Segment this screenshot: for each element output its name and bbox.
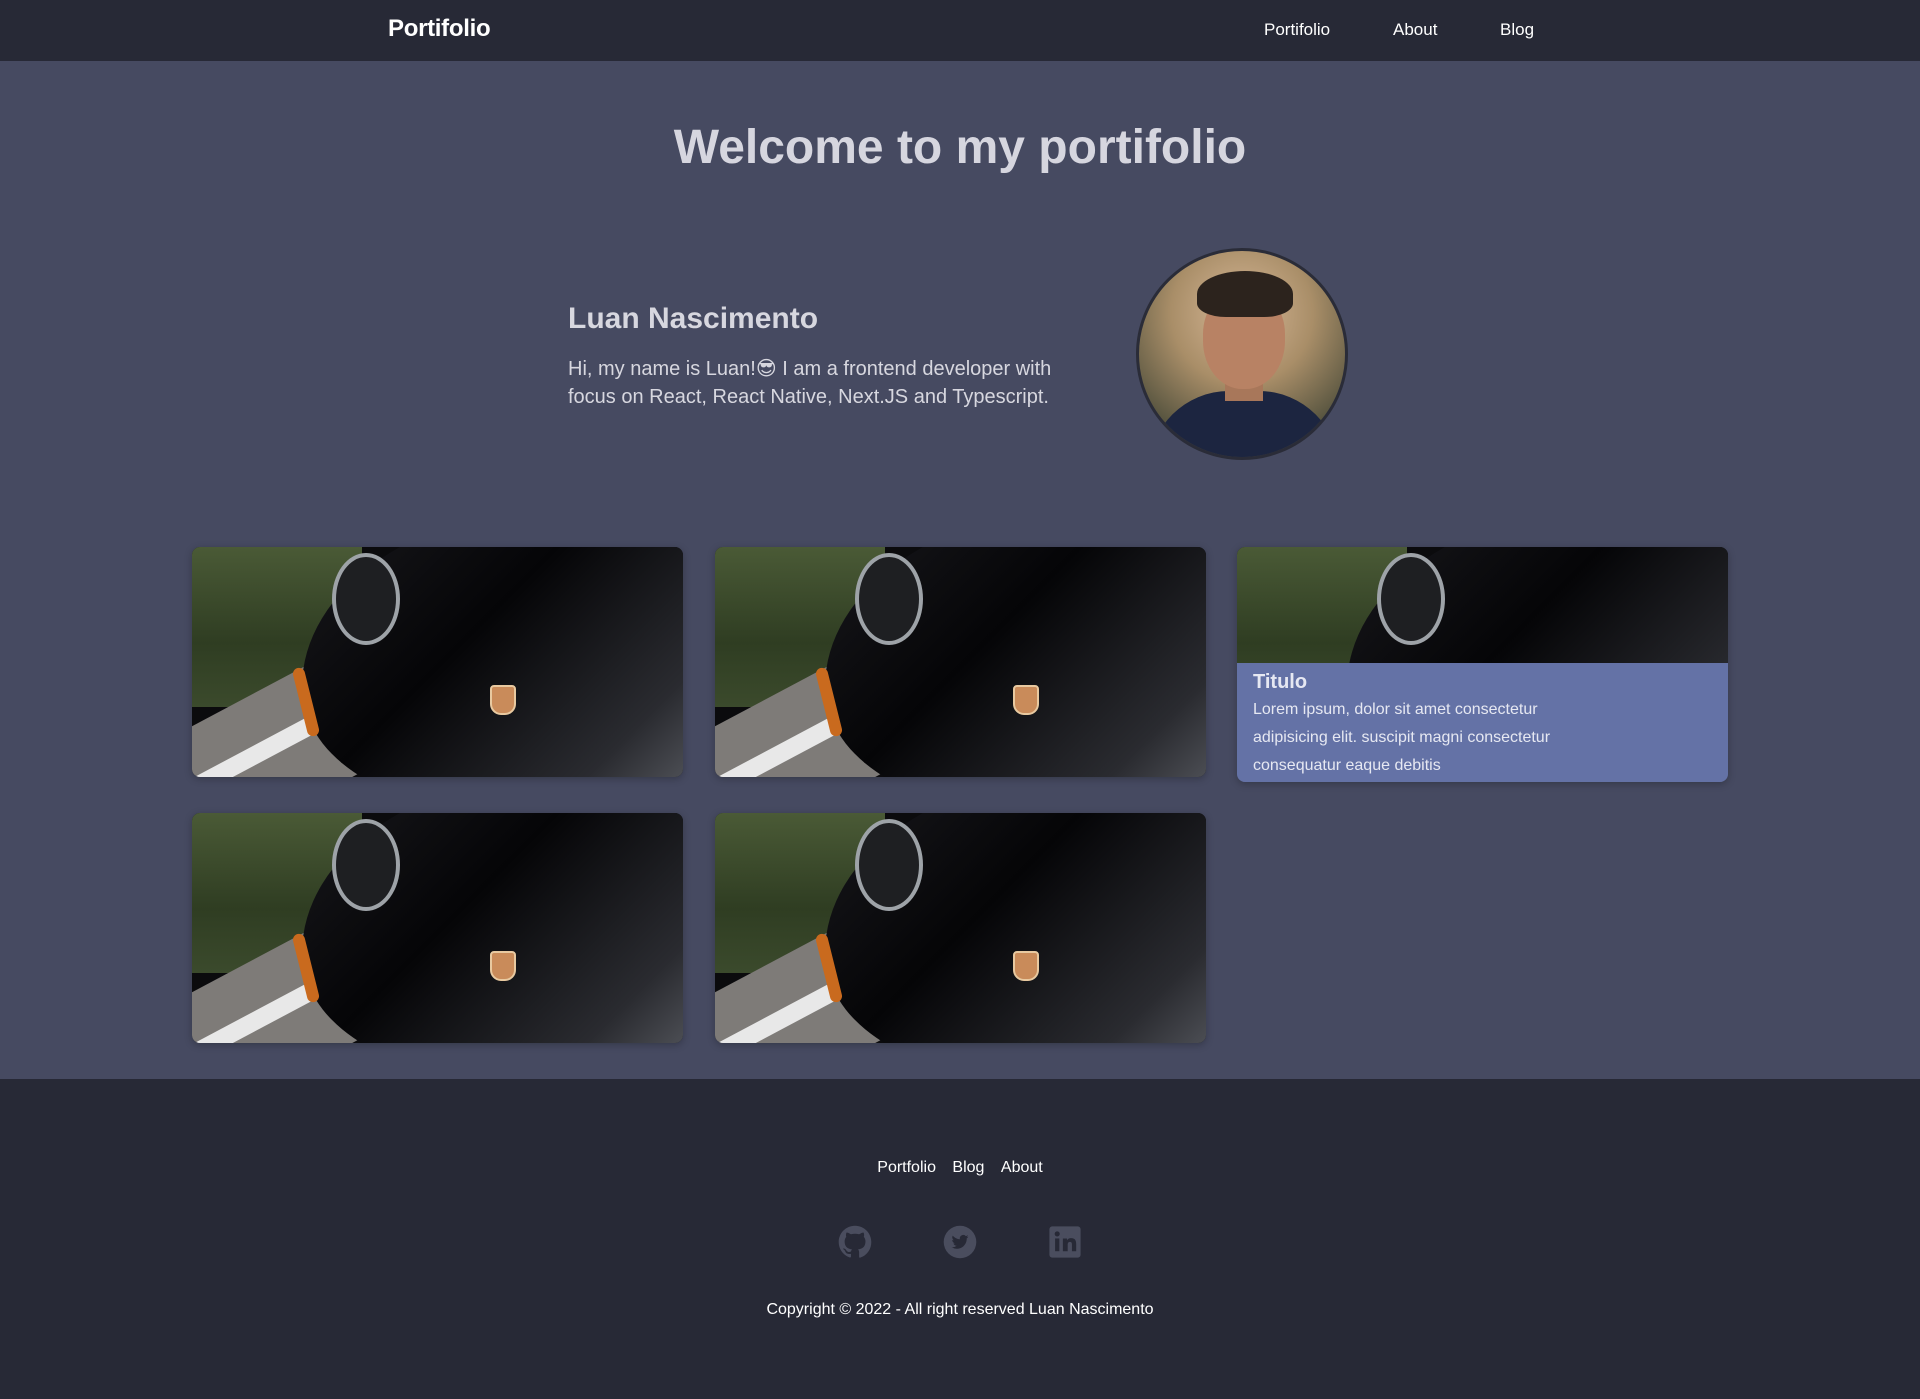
project-image: [192, 813, 683, 1043]
profile-name: Luan Nascimento: [568, 302, 819, 335]
footer-link-about[interactable]: About: [1001, 1159, 1043, 1176]
footer-nav: Portfolio Blog About: [0, 1159, 1920, 1177]
footer-link-portfolio[interactable]: Portfolio: [877, 1159, 936, 1176]
project-description: Lorem ipsum, dolor sit amet consectetur …: [1253, 701, 1551, 774]
nav-link-portifolio[interactable]: Portifolio: [1264, 20, 1330, 40]
top-navbar: Portifolio Portifolio About Blog: [0, 0, 1920, 61]
nav-link-about[interactable]: About: [1393, 20, 1437, 40]
social-links: [838, 1225, 1084, 1265]
project-image: [1237, 547, 1728, 663]
project-caption: Titulo Lorem ipsum, dolor sit amet conse…: [1237, 663, 1728, 782]
linkedin-icon[interactable]: [1048, 1225, 1082, 1259]
project-title: Titulo: [1253, 671, 1308, 693]
profile-bio: Hi, my name is Luan!😎 I am a frontend de…: [568, 358, 1052, 408]
page-title: Welcome to my portifolio: [673, 121, 1247, 174]
avatar-shirt: [1149, 391, 1339, 457]
avatar: [1136, 248, 1348, 460]
project-image: [715, 547, 1206, 777]
nav-link-blog[interactable]: Blog: [1500, 20, 1534, 40]
brand-logo-link[interactable]: Portifolio: [388, 15, 491, 43]
footer: Portfolio Blog About Copyright © 2022 - …: [0, 1079, 1920, 1399]
twitter-icon[interactable]: [943, 1225, 977, 1259]
github-icon[interactable]: [838, 1225, 872, 1259]
footer-link-blog[interactable]: Blog: [952, 1159, 984, 1176]
project-image: [715, 813, 1206, 1043]
project-card[interactable]: [192, 813, 683, 1043]
project-image: [192, 547, 683, 777]
copyright-text: Copyright © 2022 - All right reserved Lu…: [766, 1301, 1154, 1318]
avatar-hair: [1197, 271, 1293, 317]
project-card[interactable]: [715, 813, 1206, 1043]
project-card[interactable]: [715, 547, 1206, 777]
project-card-hovered[interactable]: Titulo Lorem ipsum, dolor sit amet conse…: [1237, 547, 1728, 782]
project-card[interactable]: [192, 547, 683, 777]
